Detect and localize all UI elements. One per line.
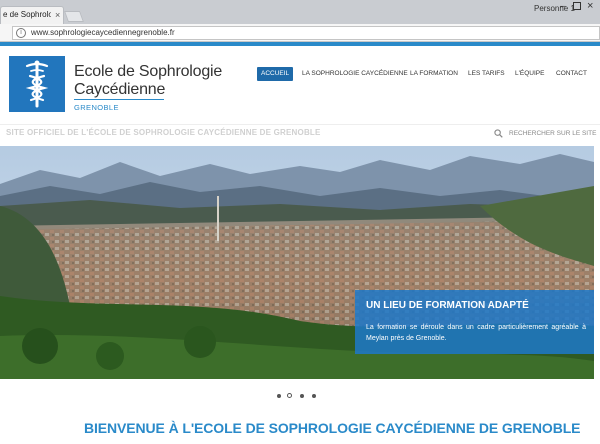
minimize-icon[interactable]: –	[560, 1, 566, 12]
url-text[interactable]: www.sophrologiecaycediennegrenoble.fr	[31, 28, 175, 37]
welcome-heading: BIENVENUE À L'ECOLE DE SOPHROLOGIE CAYCÉ…	[84, 420, 581, 436]
maximize-icon[interactable]	[573, 2, 581, 10]
search-icon[interactable]	[494, 129, 503, 138]
slider-dot-3[interactable]	[300, 394, 304, 398]
site-logo[interactable]	[9, 56, 65, 112]
brand-city: GRENOBLE	[74, 103, 119, 112]
nav-item-formation[interactable]: LA FORMATION	[410, 67, 458, 81]
slider-dot-4[interactable]	[312, 394, 316, 398]
nav-item-contact[interactable]: CONTACT	[556, 67, 587, 81]
close-window-icon[interactable]: ×	[587, 0, 593, 12]
brand-name-line2: Caycédienne	[74, 81, 166, 98]
caption-text: La formation se déroule dans un cadre pa…	[366, 324, 586, 342]
slider-dot-2[interactable]	[287, 393, 292, 398]
tab-strip: e de Sophrologie Ca × Personne 1 – ×	[0, 0, 600, 24]
nav-item-sophrologie[interactable]: LA SOPHROLOGIE CAYCÉDIENNE	[302, 67, 408, 81]
nav-item-tarifs[interactable]: LES TARIFS	[468, 67, 505, 81]
slide-caption: UN LIEU DE FORMATION ADAPTÉ La formation…	[355, 290, 594, 354]
search-link[interactable]: RECHERCHER SUR LE SITE	[509, 130, 596, 137]
site-tagline: SITE OFFICIEL DE L'ÉCOLE DE SOPHROLOGIE …	[6, 128, 321, 137]
info-icon[interactable]: i	[16, 28, 26, 38]
tab-close-icon[interactable]: ×	[55, 9, 60, 21]
profile-button[interactable]: Personne 1	[534, 4, 575, 13]
browser-toolbar: i www.sophrologiecaycediennegrenoble.fr	[0, 24, 600, 42]
caption-title: UN LIEU DE FORMATION ADAPTÉ	[366, 300, 529, 311]
nav-item-equipe[interactable]: L'ÉQUIPE	[515, 67, 544, 81]
slider-dot-1[interactable]	[277, 394, 281, 398]
brand-divider	[74, 99, 164, 100]
caduceus-icon	[25, 60, 49, 108]
new-tab-button[interactable]	[63, 11, 85, 22]
tab-title: e de Sophrologie Ca	[3, 10, 51, 19]
browser-tab[interactable]: e de Sophrologie Ca ×	[0, 6, 64, 24]
tagline-bar: SITE OFFICIEL DE L'ÉCOLE DE SOPHROLOGIE …	[0, 124, 600, 142]
address-bar[interactable]: i www.sophrologiecaycediennegrenoble.fr	[12, 26, 600, 40]
header-accent-strip	[0, 42, 600, 46]
nav-item-accueil[interactable]: ACCUEIL	[257, 67, 294, 81]
brand-name-line1: Ecole de Sophrologie	[74, 63, 223, 80]
browser-chrome: e de Sophrologie Ca × Personne 1 – × i w…	[0, 0, 600, 42]
